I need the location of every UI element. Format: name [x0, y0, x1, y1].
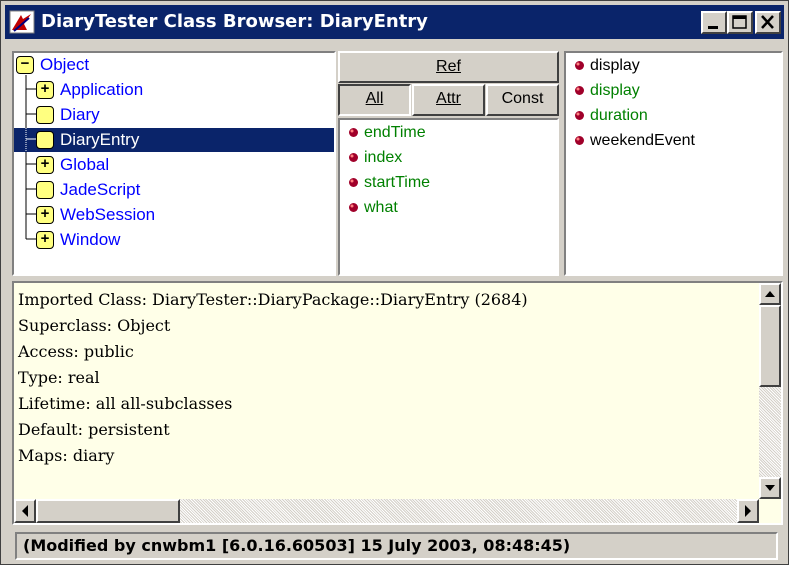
close-icon — [761, 15, 774, 29]
minimize-icon — [708, 26, 718, 29]
scroll-down-button[interactable] — [759, 477, 781, 499]
scroll-up-button[interactable] — [759, 283, 781, 305]
leaf-node-icon — [36, 181, 54, 199]
arrow-right-icon — [745, 505, 751, 517]
tree-item-diaryentry[interactable]: DiaryEntry — [14, 128, 334, 152]
tab-all[interactable]: All — [338, 84, 411, 116]
expand-icon[interactable]: + — [36, 81, 54, 99]
detail-line: Imported Class: DiaryTester::DiaryPackag… — [18, 290, 528, 309]
scroll-left-button[interactable] — [14, 499, 36, 523]
class-details-textarea[interactable]: Imported Class: DiaryTester::DiaryPackag… — [12, 281, 783, 525]
tree-label: WebSession — [60, 205, 156, 224]
property-name: index — [364, 149, 403, 166]
minimize-button[interactable] — [701, 11, 727, 34]
ref-button-label: Ref — [436, 58, 461, 75]
detail-line: Access: public — [18, 342, 134, 361]
tree-label: Window — [60, 230, 121, 249]
detail-line: Maps: diary — [18, 446, 115, 465]
detail-line: Superclass: Object — [18, 316, 171, 335]
detail-line: Default: persistent — [18, 420, 170, 439]
class-browser-icon — [9, 10, 35, 34]
properties-list[interactable]: endTime index startTime what — [338, 118, 559, 276]
ref-button[interactable]: Ref — [338, 51, 559, 83]
tab-const-label: Const — [501, 90, 544, 107]
property-name: what — [364, 199, 398, 216]
expand-icon[interactable]: + — [36, 231, 54, 249]
methods-list[interactable]: display display duration weekendEvent — [564, 51, 783, 276]
detail-line: Type: real — [18, 368, 100, 387]
close-button[interactable] — [755, 11, 781, 34]
vertical-scroll-thumb[interactable] — [759, 305, 781, 387]
arrow-left-icon — [22, 505, 28, 517]
horizontal-scroll-thumb[interactable] — [36, 499, 180, 523]
method-dot-icon — [349, 178, 358, 187]
property-name: endTime — [364, 124, 426, 141]
arrow-up-icon — [765, 291, 775, 297]
status-bar: (Modified by cnwbm1 [6.0.16.60503] 15 Ju… — [15, 532, 778, 560]
tree-label: JadeScript — [60, 180, 141, 199]
collapse-icon[interactable]: − — [16, 56, 34, 74]
method-dot-icon — [349, 128, 358, 137]
class-tree-pane[interactable]: − Object + Application Diary DiaryEntry … — [12, 51, 336, 276]
tab-const[interactable]: Const — [486, 84, 559, 116]
expand-icon[interactable]: + — [36, 206, 54, 224]
status-text: (Modified by cnwbm1 [6.0.16.60503] 15 Ju… — [23, 536, 571, 555]
window-title: DiaryTester Class Browser: DiaryEntry — [41, 11, 428, 32]
method-name: display — [590, 82, 640, 99]
property-name: startTime — [364, 174, 431, 191]
arrow-down-icon — [765, 485, 775, 491]
horizontal-scrollbar[interactable] — [14, 499, 759, 523]
leaf-node-icon — [36, 106, 54, 124]
method-dot-icon — [575, 136, 584, 145]
class-browser-window: DiaryTester Class Browser: DiaryEntry − … — [0, 0, 789, 565]
method-name: display — [590, 57, 640, 74]
title-bar[interactable]: DiaryTester Class Browser: DiaryEntry — [5, 5, 784, 39]
method-name: weekendEvent — [590, 132, 695, 149]
method-dot-icon — [575, 61, 584, 70]
method-name: duration — [590, 107, 648, 124]
leaf-node-icon — [36, 131, 54, 149]
tree-label: DiaryEntry — [58, 130, 144, 150]
method-dot-icon — [349, 203, 358, 212]
tree-connector — [25, 128, 36, 152]
tab-all-label: All — [365, 90, 384, 107]
tree-label: Application — [60, 80, 144, 99]
expand-icon[interactable]: + — [36, 156, 54, 174]
tree-label: Object — [40, 55, 90, 74]
method-dot-icon — [575, 86, 584, 95]
scroll-right-button[interactable] — [737, 499, 759, 523]
vertical-scrollbar[interactable] — [759, 283, 781, 499]
tab-attr-label: Attr — [436, 90, 461, 107]
method-dot-icon — [575, 111, 584, 120]
detail-line: Lifetime: all all-subclasses — [18, 394, 233, 413]
tree-label: Diary — [60, 105, 100, 124]
maximize-icon — [732, 15, 747, 29]
tab-attr[interactable]: Attr — [412, 84, 485, 116]
maximize-button[interactable] — [727, 11, 753, 34]
method-dot-icon — [349, 153, 358, 162]
tree-label: Global — [60, 155, 110, 174]
